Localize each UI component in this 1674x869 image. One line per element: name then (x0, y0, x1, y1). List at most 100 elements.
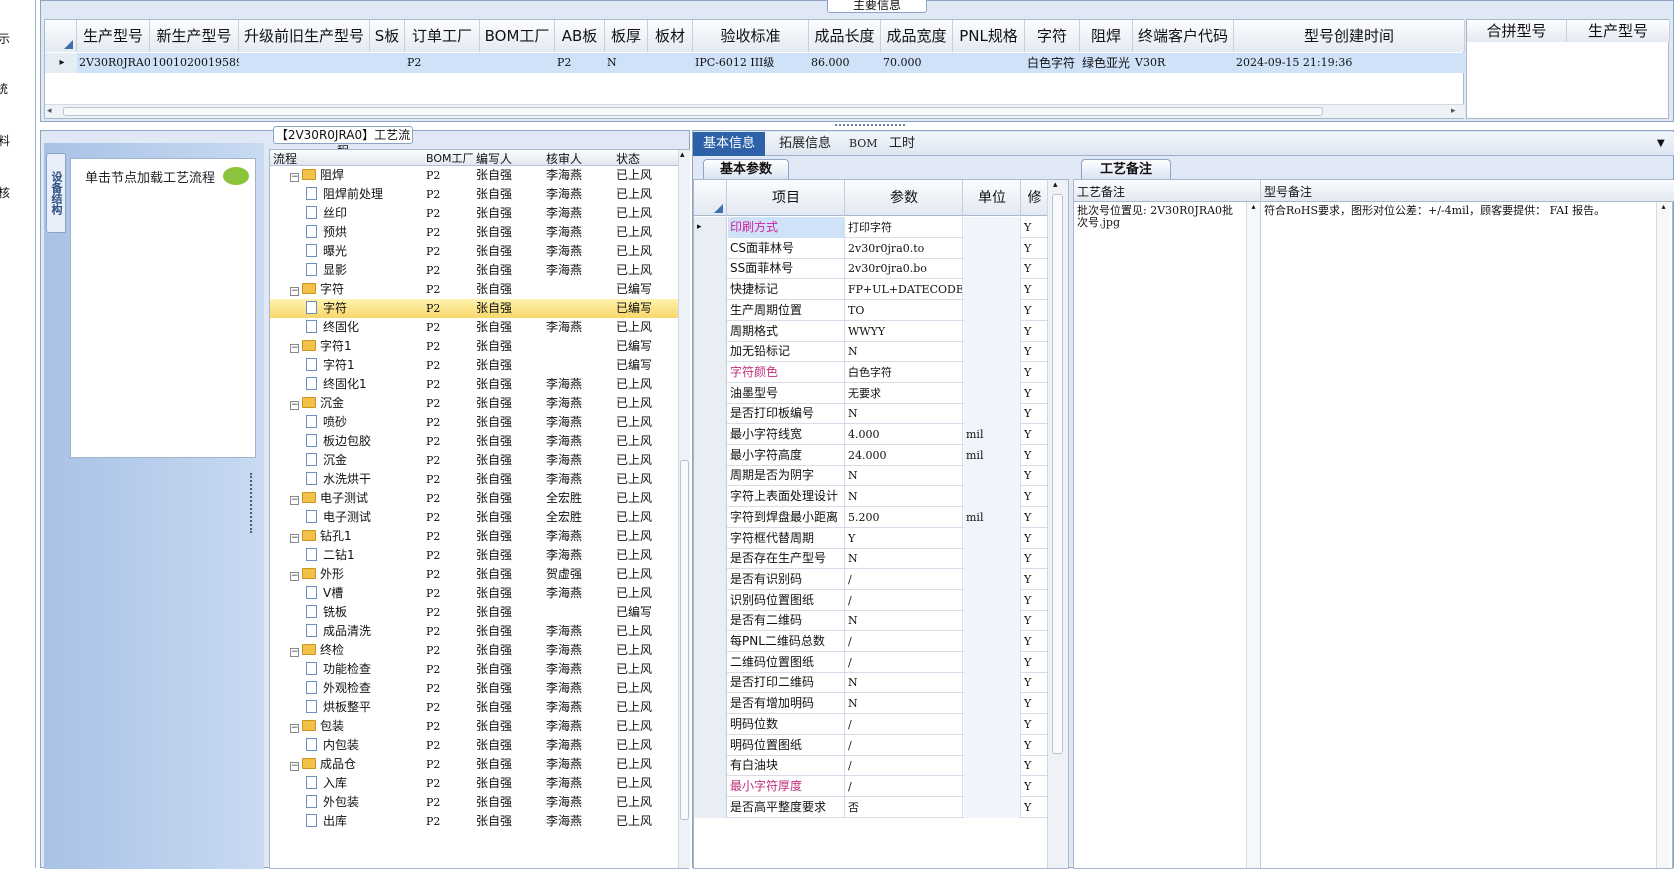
param-row[interactable]: 最小字符高度 24.000 mil Y (694, 444, 1047, 466)
param-flag-cell[interactable]: Y (1022, 590, 1047, 611)
param-flag-cell[interactable]: Y (1022, 258, 1047, 279)
row-header[interactable] (694, 424, 727, 445)
param-row[interactable]: 最小字符线宽 4.000 mil Y (694, 424, 1047, 445)
bom-factory-cell[interactable]: P2 (426, 185, 472, 204)
row-header[interactable] (694, 258, 727, 280)
reviewer-cell[interactable]: 李海燕 (546, 793, 612, 812)
param-unit-cell[interactable] (964, 382, 1021, 404)
reviewer-cell[interactable]: 李海燕 (546, 698, 612, 717)
splitter-grip[interactable] (250, 473, 253, 533)
param-flag-cell[interactable]: Y (1022, 217, 1047, 238)
left-edge-label[interactable]: 统 (0, 80, 8, 97)
row-header[interactable] (694, 651, 727, 673)
param-row[interactable]: 字符框代替周期 Y Y (694, 527, 1047, 549)
param-unit-cell[interactable]: mil (964, 444, 1021, 466)
bom-factory-cell[interactable]: P2 (426, 508, 472, 527)
col-header[interactable]: AB板 (555, 20, 605, 52)
bom-factory-cell[interactable]: P2 (426, 337, 472, 356)
process-row[interactable]: 终固化 P2 张自强 李海燕 已上风 (270, 318, 678, 337)
col-header[interactable]: 型号备注 (1264, 183, 1312, 200)
scroll-right-icon[interactable]: ▸ (1451, 106, 1456, 116)
row-header[interactable] (694, 527, 727, 549)
reviewer-cell[interactable]: 李海燕 (546, 679, 612, 698)
writer-cell[interactable]: 张自强 (476, 413, 542, 432)
col-header[interactable]: 成品宽度 (881, 20, 953, 52)
process-name[interactable]: 预烘 (306, 223, 420, 242)
param-item-cell[interactable]: 明码位数 (728, 713, 845, 735)
process-row[interactable]: 阻焊前处理 P2 张自强 李海燕 已上风 (270, 185, 678, 204)
param-flag-cell[interactable]: Y (1022, 383, 1047, 404)
process-name[interactable]: − 终检 (290, 641, 420, 660)
process-row[interactable]: − 电子测试 P2 张自强 全宏胜 已上风 (270, 489, 678, 508)
col-header[interactable]: 流程 (273, 150, 297, 167)
param-unit-cell[interactable] (964, 320, 1021, 342)
param-unit-cell[interactable] (964, 527, 1021, 549)
status-cell[interactable]: 已上风 (616, 451, 678, 470)
scroll-thumb[interactable] (1052, 194, 1063, 754)
param-item-cell[interactable]: 生产周期位置 (728, 299, 845, 321)
param-item-cell[interactable]: 最小字符厚度 (728, 775, 845, 797)
param-unit-cell[interactable] (964, 734, 1021, 756)
param-item-cell[interactable]: 二维码位置图纸 (728, 651, 845, 673)
process-row[interactable]: 显影 P2 张自强 李海燕 已上风 (270, 261, 678, 280)
status-cell[interactable]: 已上风 (616, 508, 678, 527)
process-row[interactable]: 曝光 P2 张自强 李海燕 已上风 (270, 242, 678, 261)
status-cell[interactable]: 已上风 (616, 736, 678, 755)
col-header[interactable]: 订单工厂 (405, 20, 480, 52)
param-row[interactable]: 每PNL二维码总数 / Y (694, 631, 1047, 652)
param-row[interactable]: 是否打印二维码 N Y (694, 672, 1047, 694)
process-name[interactable]: 内包装 (306, 736, 420, 755)
cell[interactable]: 白色字符 (1025, 53, 1080, 73)
param-unit-cell[interactable] (964, 775, 1021, 797)
cell[interactable]: P2 (405, 53, 480, 73)
status-cell[interactable]: 已上风 (616, 489, 678, 508)
bom-factory-cell[interactable]: P2 (426, 356, 472, 375)
writer-cell[interactable]: 张自强 (476, 755, 542, 774)
status-cell[interactable]: 已上风 (616, 622, 678, 641)
reviewer-cell[interactable]: 李海燕 (546, 166, 612, 185)
row-header[interactable] (694, 361, 727, 383)
col-header[interactable]: 阻焊 (1080, 20, 1133, 52)
param-value-cell[interactable]: N (846, 693, 963, 715)
param-value-cell[interactable]: / (846, 734, 963, 756)
col-header[interactable]: 新生产型号 (150, 20, 239, 52)
reviewer-cell[interactable]: 李海燕 (546, 736, 612, 755)
process-name[interactable]: 板边包胶 (306, 432, 420, 451)
param-unit-cell[interactable] (964, 403, 1021, 425)
process-row[interactable]: − 钻孔1 P2 张自强 李海燕 已上风 (270, 527, 678, 546)
status-cell[interactable]: 已上风 (616, 793, 678, 812)
param-item-cell[interactable]: 周期是否为阴字 (728, 465, 845, 487)
status-cell[interactable]: 已上风 (616, 755, 678, 774)
collapse-icon[interactable]: − (290, 724, 299, 733)
param-value-cell[interactable]: N (846, 403, 963, 425)
row-header[interactable] (694, 382, 727, 404)
param-item-cell[interactable]: 明码位置图纸 (728, 734, 845, 756)
param-flag-cell[interactable]: Y (1022, 548, 1047, 569)
reviewer-cell[interactable]: 李海燕 (546, 660, 612, 679)
col-header[interactable]: 字符 (1025, 20, 1080, 52)
param-unit-cell[interactable] (964, 548, 1021, 570)
process-row[interactable]: 丝印 P2 张自强 李海燕 已上风 (270, 204, 678, 223)
param-item-cell[interactable]: 识别码位置图纸 (728, 589, 845, 611)
param-value-cell[interactable]: / (846, 775, 963, 797)
status-cell[interactable]: 已上风 (616, 185, 678, 204)
param-row[interactable]: 是否有识别码 / Y (694, 568, 1047, 590)
reviewer-cell[interactable]: 贺虚强 (546, 565, 612, 584)
row-header[interactable] (694, 568, 727, 590)
process-name[interactable]: 终固化1 (306, 375, 420, 394)
col-header[interactable]: 升级前旧生产型号 (239, 20, 370, 52)
writer-cell[interactable]: 张自强 (476, 793, 542, 812)
param-row[interactable]: CS面菲林号 2v30r0jra0.to Y (694, 237, 1047, 259)
bom-factory-cell[interactable]: P2 (426, 470, 472, 489)
process-name[interactable]: 成品清洗 (306, 622, 420, 641)
status-cell[interactable]: 已编写 (616, 337, 678, 356)
writer-cell[interactable]: 张自强 (476, 451, 542, 470)
col-header[interactable]: 生产型号 (77, 20, 150, 52)
status-cell[interactable]: 已上风 (616, 413, 678, 432)
param-item-cell[interactable]: 是否打印二维码 (728, 672, 845, 694)
process-name[interactable]: 二钻1 (306, 546, 420, 565)
writer-cell[interactable]: 张自强 (476, 698, 542, 717)
param-flag-cell[interactable]: Y (1022, 362, 1047, 383)
reviewer-cell[interactable]: 李海燕 (546, 584, 612, 603)
process-name[interactable]: 入库 (306, 774, 420, 793)
